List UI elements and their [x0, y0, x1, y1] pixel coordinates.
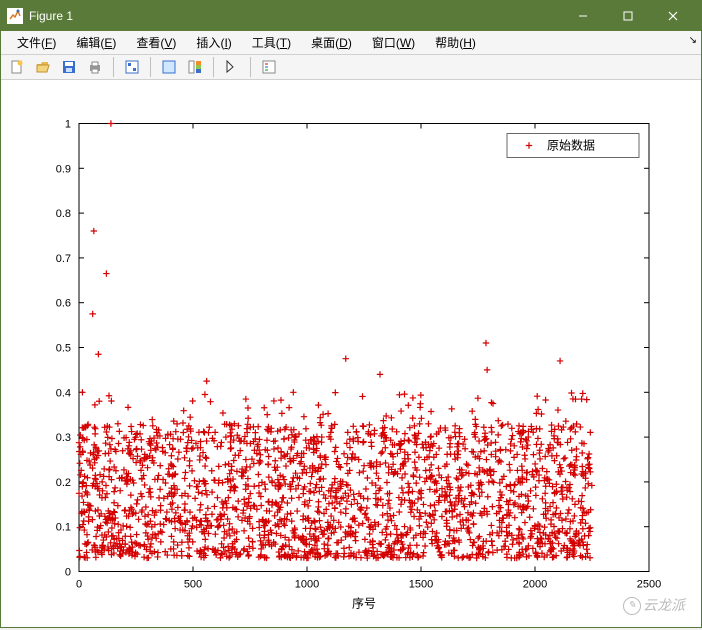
toolbar-separator [150, 57, 151, 77]
svg-text:1500: 1500 [409, 579, 433, 591]
svg-text:500: 500 [184, 579, 202, 591]
print-button[interactable] [83, 55, 107, 79]
titlebar[interactable]: Figure 1 [1, 1, 701, 31]
figure-area[interactable]: 0 500 1000 1500 2000 2500 0 0.1 0.2 0.3 0.4 0.5 0.6 0… [1, 80, 701, 627]
svg-text:0: 0 [65, 567, 71, 579]
open-button[interactable] [31, 55, 55, 79]
menu-file[interactable]: 文件(F) [7, 31, 66, 54]
menu-insert[interactable]: 插入(I) [186, 31, 241, 54]
menu-view[interactable]: 查看(V) [126, 31, 186, 54]
edit-plot-button[interactable] [220, 55, 244, 79]
svg-text:0.8: 0.8 [56, 208, 71, 220]
svg-text:0.2: 0.2 [56, 477, 71, 489]
svg-text:0.1: 0.1 [56, 522, 71, 534]
svg-text:0.3: 0.3 [56, 432, 71, 444]
save-button[interactable] [57, 55, 81, 79]
window-title: Figure 1 [29, 9, 560, 23]
svg-text:原始数据: 原始数据 [547, 138, 595, 153]
svg-text:1000: 1000 [295, 579, 319, 591]
axes[interactable]: 0 500 1000 1500 2000 2500 0 0.1 0.2 0.3 0.4 0.5 0.6 0… [1, 80, 701, 627]
svg-text:0.9: 0.9 [56, 163, 71, 175]
matlab-icon [7, 8, 23, 24]
menu-edit[interactable]: 编辑(E) [66, 31, 126, 54]
svg-text:0.5: 0.5 [56, 343, 71, 355]
data-cursor-button[interactable] [157, 55, 181, 79]
svg-text:1: 1 [65, 119, 71, 131]
new-figure-button[interactable] [5, 55, 29, 79]
svg-text:2500: 2500 [637, 579, 661, 591]
svg-text:0: 0 [76, 579, 82, 591]
svg-text:2000: 2000 [523, 579, 547, 591]
undock-icon[interactable]: ↘ [689, 35, 697, 46]
insert-colorbar-button[interactable] [183, 55, 207, 79]
menu-window[interactable]: 窗口(W) [362, 31, 425, 54]
minimize-button[interactable] [560, 1, 605, 31]
svg-text:0.6: 0.6 [56, 298, 71, 310]
maximize-button[interactable] [605, 1, 650, 31]
close-button[interactable] [650, 1, 695, 31]
toolbar-separator [250, 57, 251, 77]
toolbar-separator [213, 57, 214, 77]
menubar: 文件(F) 编辑(E) 查看(V) 插入(I) 工具(T) 桌面(D) 窗口(W… [1, 31, 701, 55]
figure-window: Figure 1 文件(F) 编辑(E) 查看(V) 插入(I) 工具(T) 桌… [0, 0, 702, 628]
svg-text:0.7: 0.7 [56, 253, 71, 265]
insert-legend-button[interactable] [257, 55, 281, 79]
svg-text:0.4: 0.4 [56, 387, 71, 399]
toolbar [1, 55, 701, 80]
svg-text:序号: 序号 [352, 596, 376, 611]
toolbar-separator [113, 57, 114, 77]
menu-desktop[interactable]: 桌面(D) [301, 31, 362, 54]
link-data-button[interactable] [120, 55, 144, 79]
menu-tools[interactable]: 工具(T) [242, 31, 301, 54]
menu-help[interactable]: 帮助(H) [425, 31, 486, 54]
